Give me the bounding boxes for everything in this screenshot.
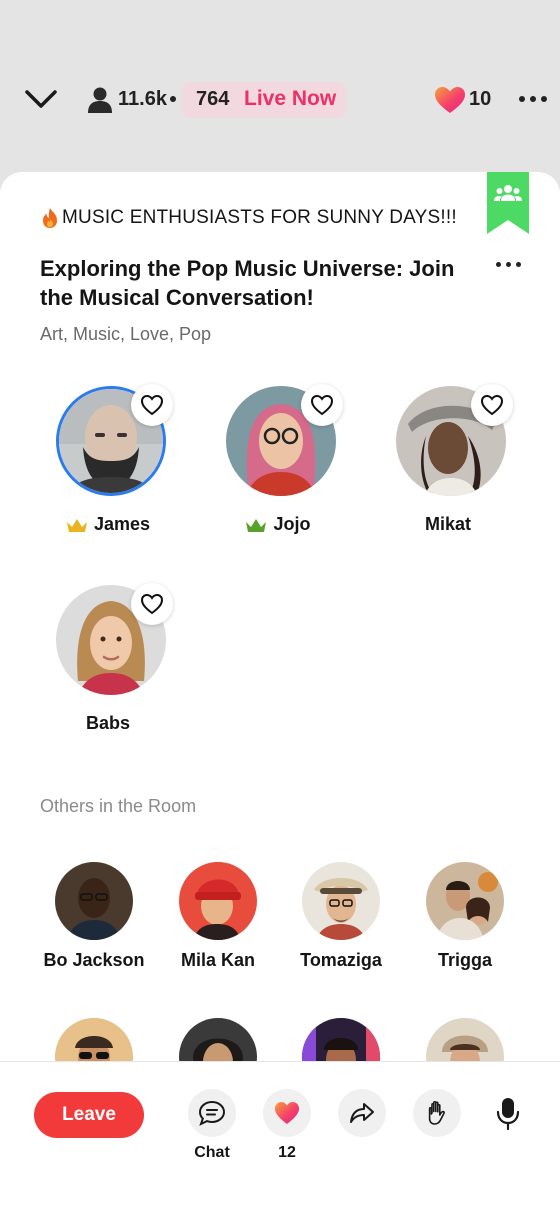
likes-count: 10 [469,88,492,110]
speaker-card[interactable]: Babs [43,583,173,735]
heart-button[interactable] [471,384,513,426]
room-tags: Art, Music, Love, Pop [40,324,212,344]
leave-button[interactable]: Leave [34,1092,144,1138]
more-options-icon[interactable] [516,96,548,104]
listener-card[interactable]: Tomaziga [281,862,401,987]
room-more-icon[interactable] [493,262,523,270]
speaker-card[interactable]: Mikat [383,384,513,536]
room-category-label: MUSIC ENTHUSIASTS FOR SUNNY DAYS!!! [62,207,457,228]
group-bookmark-icon[interactable] [487,172,529,234]
speaker-name-row: Babs [43,713,173,734]
live-now-label: Live Now [244,87,337,110]
raise-hand-button[interactable] [413,1089,461,1137]
heart-icon [140,593,164,615]
heart-icon[interactable] [434,86,466,114]
heart-icon [275,1102,299,1124]
speaker-name: Babs [85,713,130,733]
avatar[interactable] [302,862,380,940]
separator-dot [170,96,176,102]
live-count: 764 [196,88,230,110]
listener-name: Trigga [437,950,492,970]
avatar[interactable] [426,862,504,940]
listener-count: 11.6k [118,88,167,110]
speaker-card[interactable]: Jojo [213,384,343,536]
listener-card[interactable]: Mila Kan [158,862,278,987]
crown-icon [246,518,267,532]
listener-card[interactable]: Trigga [405,862,525,987]
speaker-name: Mikat [424,514,471,534]
speaker-name: Jojo [273,514,311,534]
speaker-name-row: James [43,514,173,535]
chat-icon [198,1100,226,1126]
crown-icon [66,518,87,532]
avatar[interactable] [179,862,257,940]
chevron-down-icon[interactable] [24,88,58,110]
room-category: MUSIC ENTHUSIASTS FOR SUNNY DAYS!!! [40,206,457,230]
user-icon [88,87,112,113]
bottom-action-bar: Leave Chat 12 [0,1061,560,1212]
like-count: 12 [278,1144,296,1161]
heart-button[interactable] [301,384,343,426]
speaker-name-row: Jojo [213,514,343,535]
listener-name: Bo Jackson [43,950,145,970]
speaker-name: James [93,514,151,534]
heart-icon [140,394,164,416]
app-screen: 11.6k 764 Live Now 10 MUSIC ENTHUSIASTS … [0,0,560,1212]
room-title: Exploring the Pop Music Universe: Join t… [40,256,455,310]
like-button[interactable] [263,1089,311,1137]
share-button[interactable] [338,1089,386,1137]
chat-button[interactable] [188,1089,236,1137]
heart-icon [480,394,504,416]
listener-card[interactable]: Bo Jackson [34,862,154,987]
room-card: MUSIC ENTHUSIASTS FOR SUNNY DAYS!!! Expl… [0,172,560,1212]
chat-label: Chat [194,1144,230,1161]
mic-icon[interactable] [494,1096,522,1132]
listener-name: Mila Kan [180,950,255,970]
others-section-title: Others in the Room [40,796,197,816]
speaker-name-row: Mikat [383,514,513,535]
fire-icon [43,208,57,228]
share-icon [350,1103,374,1123]
heart-button[interactable] [131,583,173,625]
heart-icon [310,394,334,416]
avatar[interactable] [55,862,133,940]
speaker-card[interactable]: James [43,384,173,536]
raise-hand-icon [428,1100,445,1125]
heart-button[interactable] [131,384,173,426]
room-header: 11.6k 764 Live Now 10 [0,0,560,172]
listener-name: Tomaziga [300,950,382,970]
